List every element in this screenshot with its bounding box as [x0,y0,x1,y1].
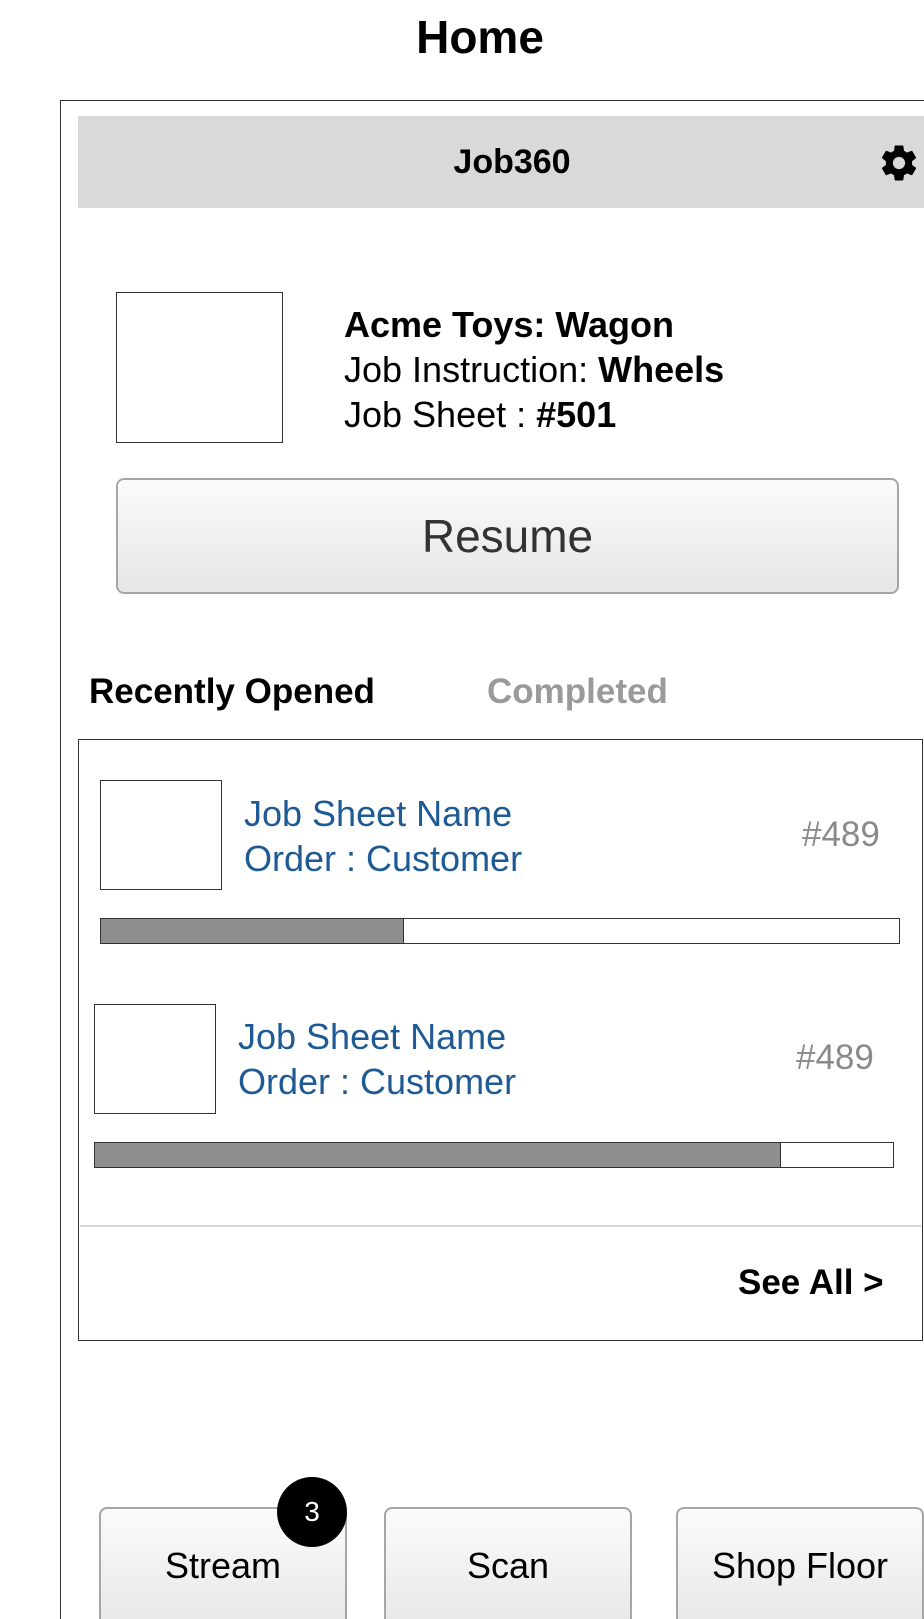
item-sheet-name[interactable]: Job Sheet Name [238,1014,506,1059]
item-progress-fill [101,919,405,943]
job-sheet-value: #501 [536,394,617,435]
tab-recently-opened[interactable]: Recently Opened [89,672,375,712]
item-order: Order : Customer [238,1061,517,1102]
job-instruction-label: Job Instruction: [344,349,599,390]
item-progress-bar [94,1142,894,1168]
item-sheet-name[interactable]: Job Sheet Name [244,791,512,836]
panel-divider [80,1225,921,1227]
gear-icon[interactable] [878,142,920,184]
job-instruction: Job Instruction: Wheels [344,347,724,392]
item-number: #489 [802,815,880,854]
job-thumbnail [116,292,283,443]
see-all-link[interactable]: See All > [738,1263,884,1303]
page-title: Home [416,11,544,63]
app-title: Job360 [453,143,571,181]
job-instruction-value: Wheels [598,349,725,390]
item-thumbnail [94,1004,216,1114]
item-number: #489 [796,1038,874,1077]
job-sheet-label: Job Sheet : [344,394,537,435]
current-job-info: Acme Toys: Wagon Job Instruction: Wheels… [344,302,724,437]
app-header: Job360 [78,116,924,208]
item-progress-fill [95,1143,782,1167]
item-order: Order : Customer [244,838,523,879]
resume-button[interactable]: Resume [116,478,899,594]
item-progress-bar [100,918,900,944]
stream-notification-badge: 3 [277,1477,347,1547]
scan-button[interactable]: Scan [384,1507,632,1619]
job-name: Acme Toys: Wagon [344,304,675,345]
job-sheet: Job Sheet : #501 [344,392,724,437]
tab-completed[interactable]: Completed [487,672,668,712]
shop-floor-button[interactable]: Shop Floor [676,1507,924,1619]
item-thumbnail [100,780,222,890]
